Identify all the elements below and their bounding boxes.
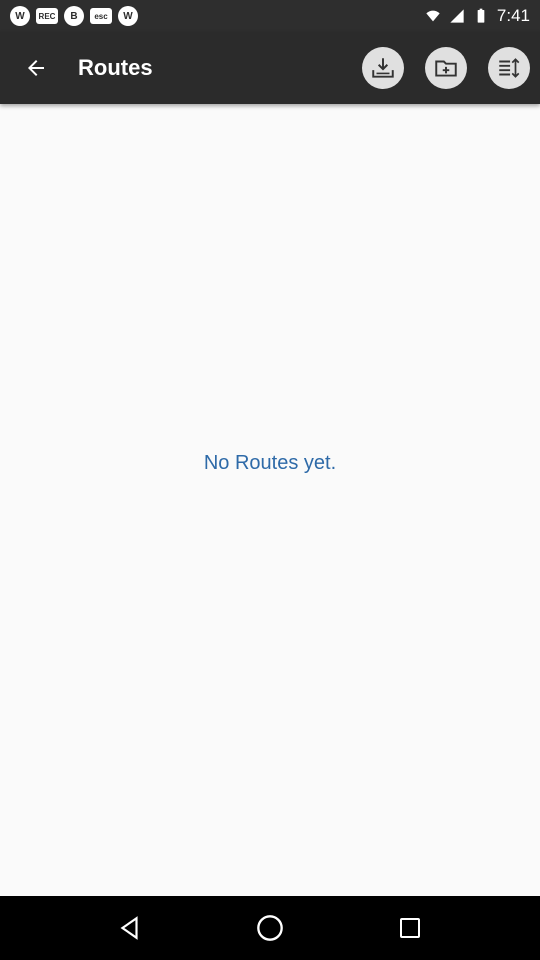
sort-icon	[499, 58, 520, 78]
new-folder-button[interactable]	[425, 47, 467, 89]
navigation-bar	[0, 896, 540, 960]
arrow-back-icon	[28, 60, 44, 76]
square-recents-icon	[400, 918, 420, 938]
battery-icon	[477, 8, 485, 23]
notification-w-icon: W	[10, 6, 30, 26]
notification-bitcoin-icon: B	[64, 6, 84, 26]
empty-routes-message: No Routes yet.	[203, 452, 337, 474]
triangle-back-icon	[120, 916, 138, 940]
notification-w2-icon: W	[118, 6, 138, 26]
nav-back-button[interactable]	[110, 908, 150, 948]
circle-home-icon	[257, 915, 283, 941]
download-icon	[372, 58, 394, 78]
signal-icon	[450, 9, 464, 23]
app-bar: Routes	[0, 32, 540, 104]
status-bar: W REC B esc W 7:41	[0, 0, 540, 32]
notification-icons: W REC B esc W	[10, 6, 138, 26]
sort-button[interactable]	[488, 47, 530, 89]
notification-esc-icon: esc	[90, 8, 112, 24]
back-button[interactable]	[0, 32, 72, 104]
nav-home-button[interactable]	[250, 908, 290, 948]
clock: 7:41	[496, 6, 530, 25]
download-button[interactable]	[362, 47, 404, 89]
wifi-icon	[426, 10, 440, 22]
page-title: Routes	[78, 55, 153, 80]
nav-recents-button[interactable]	[390, 908, 430, 948]
new-folder-icon	[435, 60, 457, 77]
notification-rec-icon: REC	[36, 8, 58, 24]
